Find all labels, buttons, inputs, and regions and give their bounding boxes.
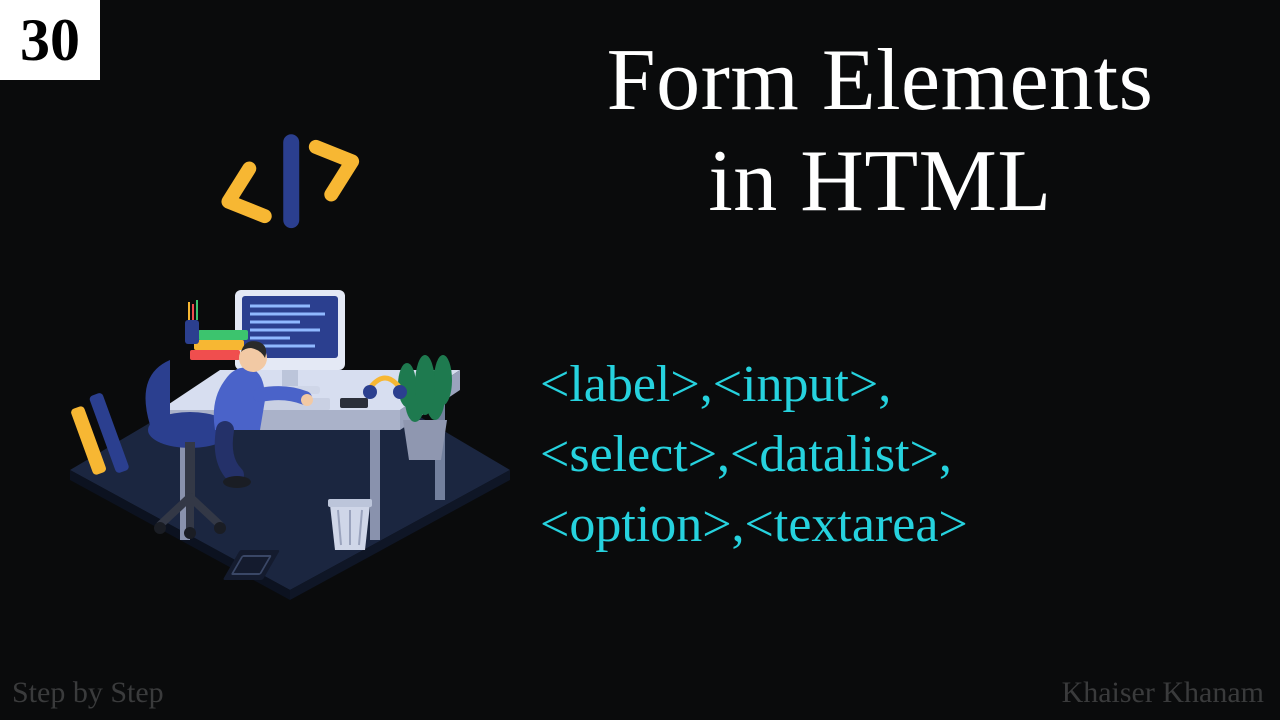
tags-line-2: <select>,<datalist>,	[540, 420, 1240, 490]
episode-number: 30	[20, 10, 80, 70]
footer-right: Khaiser Khanam	[1062, 676, 1264, 710]
title-line-1: Form Elements	[520, 30, 1240, 131]
tags-line-1: <label>,<input>,	[540, 350, 1240, 420]
episode-badge: 30	[0, 0, 100, 80]
title-line-2: in HTML	[520, 131, 1240, 232]
developer-illustration	[40, 110, 540, 610]
footer-left: Step by Step	[12, 676, 164, 710]
thumbnail-slide: 30 Form Elements in HTML <label>,<input>…	[0, 0, 1280, 720]
code-icon	[217, 126, 364, 237]
tags-list: <label>,<input>, <select>,<datalist>, <o…	[540, 350, 1240, 561]
tags-line-3: <option>,<textarea>	[540, 490, 1240, 560]
slide-title: Form Elements in HTML	[520, 30, 1240, 232]
